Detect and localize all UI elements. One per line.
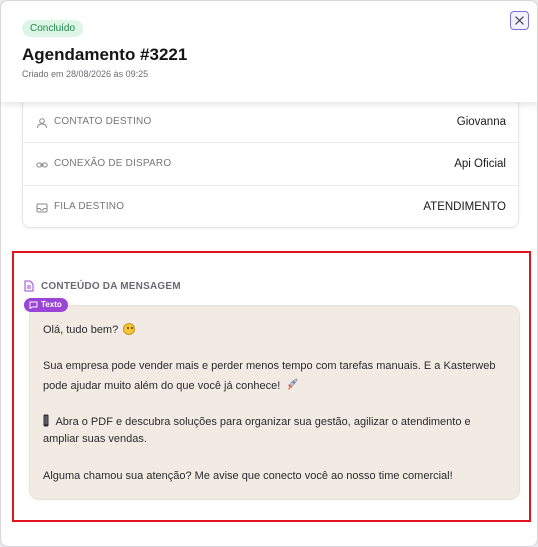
message-type-label: Texto <box>41 300 62 309</box>
detail-label: CONEXÃO DE DISPARO <box>54 158 172 169</box>
chat-icon <box>29 301 38 309</box>
link-icon <box>36 162 48 168</box>
message-line: Sua empresa pode vender mais e perder me… <box>43 360 496 372</box>
close-icon <box>515 16 524 25</box>
message-text: Abra o PDF e descubra soluções para orga… <box>55 416 471 428</box>
message-line: Alguma chamou sua atenção? Me avise que … <box>43 470 453 482</box>
user-icon <box>37 118 47 129</box>
modal-header: Concluído Agendamento #3221 Criado em 28… <box>1 1 537 102</box>
smile-emoji-icon <box>123 323 136 335</box>
created-at-text: Criado em 28/08/2026 às 09:25 <box>22 69 149 79</box>
detail-value: ATENDIMENTO <box>423 201 506 213</box>
message-text: pode ajudar muito além do que você já co… <box>43 380 281 392</box>
message-text: Olá, tudo bem? <box>43 324 119 336</box>
status-badge: Concluído <box>22 20 84 37</box>
detail-row-contact: CONTATO DESTINO Giovanna <box>23 100 518 143</box>
detail-row-queue: FILA DESTINO ATENDIMENTO <box>23 185 518 228</box>
phone-emoji-icon <box>43 414 49 427</box>
detail-label: FILA DESTINO <box>54 201 125 212</box>
page-title: Agendamento #3221 <box>22 45 188 64</box>
schedule-modal: Concluído Agendamento #3221 Criado em 28… <box>0 0 538 547</box>
close-button[interactable] <box>510 11 529 30</box>
message-line: ampliar suas vendas. <box>43 433 147 445</box>
message-section-title: CONTEÚDO DA MENSAGEM <box>41 281 181 292</box>
document-icon <box>24 280 34 292</box>
rocket-emoji-icon <box>288 378 298 390</box>
detail-label: CONTATO DESTINO <box>54 116 152 127</box>
message-line: pode ajudar muito além do que você já co… <box>43 378 298 392</box>
detail-row-connection: CONEXÃO DE DISPARO Api Oficial <box>23 142 518 185</box>
detail-value: Api Oficial <box>454 158 506 170</box>
detail-value: Giovanna <box>456 116 506 128</box>
message-type-tag: Texto <box>24 298 68 312</box>
inbox-icon <box>36 203 48 213</box>
message-line: Abra o PDF e descubra soluções para orga… <box>43 414 471 428</box>
message-line: Olá, tudo bem? <box>43 323 136 336</box>
details-card: CONTATO DESTINO Giovanna CONEXÃO DE DISP… <box>22 97 519 228</box>
